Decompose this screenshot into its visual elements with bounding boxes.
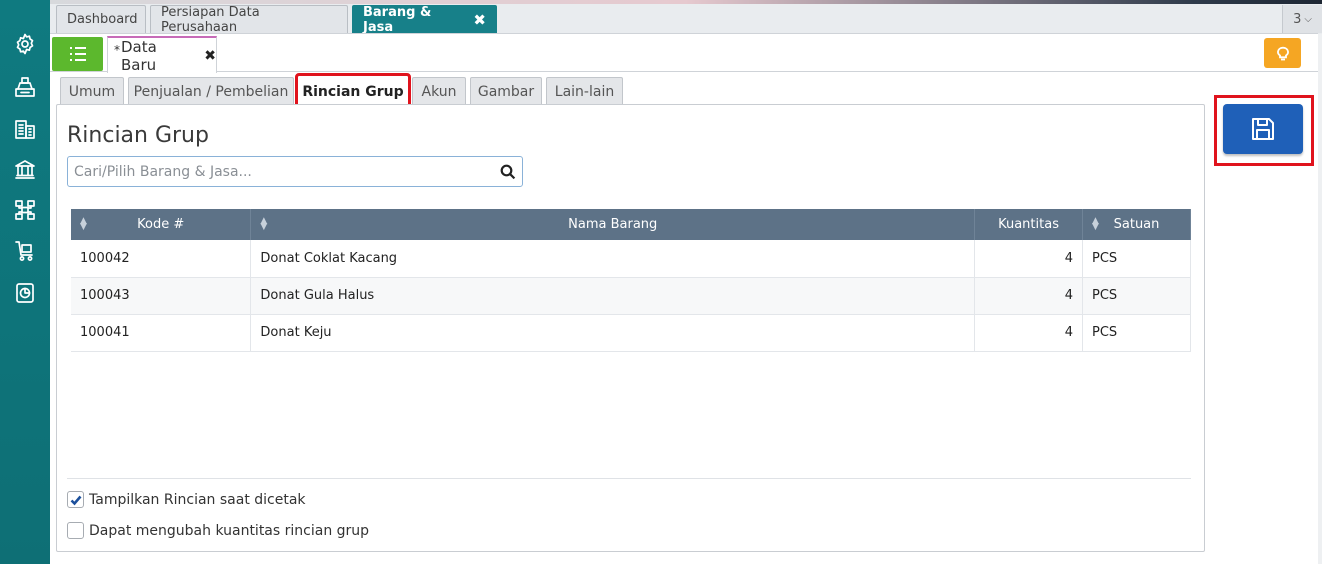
sort-icon: ▲ ▼ [260, 216, 268, 232]
checkbox-unchecked[interactable] [67, 522, 84, 539]
tab-gambar[interactable]: Gambar [470, 77, 542, 105]
cell-nama-barang[interactable]: Donat Gula Halus [250, 277, 976, 315]
tab-barang-jasa[interactable]: Barang & Jasa ✖ [352, 4, 497, 35]
tab-label: Lain-lain [554, 83, 615, 100]
document-bar: * Data Baru ✖ [50, 34, 1318, 74]
cell-kuantitas[interactable]: 4 [974, 314, 1084, 352]
close-icon[interactable]: ✖ [204, 48, 216, 64]
divider [67, 478, 1191, 479]
cell-satuan[interactable]: PCS [1082, 314, 1191, 352]
chevron-down-icon: ⌵ [1304, 13, 1312, 25]
tab-dashboard[interactable]: Dashboard [56, 5, 146, 33]
tab-umum[interactable]: Umum [60, 77, 124, 105]
top-tab-strip: Dashboard Persiapan Data Perusahaan Bara… [50, 0, 1322, 35]
list-view-button[interactable] [52, 37, 103, 71]
sort-icon: ▲ ▼ [1092, 216, 1099, 232]
search-icon[interactable] [500, 164, 516, 180]
option-show-details-on-print[interactable]: Tampilkan Rincian saat dicetak [67, 491, 306, 508]
tips-button[interactable] [1264, 38, 1301, 68]
bank-icon[interactable] [11, 155, 39, 183]
doc-tab-data-baru[interactable]: * Data Baru ✖ [107, 36, 217, 74]
report-icon[interactable] [11, 279, 39, 307]
tab-label: Dashboard [67, 12, 138, 27]
save-button[interactable] [1223, 104, 1303, 154]
cell-nama-barang[interactable]: Donat Coklat Kacang [250, 240, 976, 278]
gear-icon[interactable] [11, 30, 39, 58]
cash-register-icon[interactable] [11, 73, 39, 101]
cell-kode[interactable]: 100042 [71, 240, 252, 278]
tab-count: 3 [1293, 11, 1302, 27]
option-label: Tampilkan Rincian saat dicetak [89, 491, 306, 508]
cell-satuan[interactable]: PCS [1082, 277, 1191, 315]
tab-label: Persiapan Data Perusahaan [161, 4, 260, 35]
cell-kode[interactable]: 100041 [71, 314, 252, 352]
table-row[interactable]: 100042 Donat Coklat Kacang 4 PCS [71, 240, 1191, 278]
left-sidebar [0, 0, 50, 564]
option-editable-group-quantity[interactable]: Dapat mengubah kuantitas rincian grup [67, 522, 369, 539]
cell-satuan[interactable]: PCS [1082, 240, 1191, 278]
column-header-nama-barang[interactable]: ▲ ▼ Nama Barang [250, 209, 976, 240]
cell-kode[interactable]: 100043 [71, 277, 252, 315]
table-header-row: ▲ ▼ Kode # ▲ ▼ Nama Barang Kuantitas ▲ ▼ Satua… [71, 209, 1191, 240]
tab-label: Akun [421, 83, 457, 100]
cell-kuantitas[interactable]: 4 [974, 277, 1084, 315]
building-icon[interactable] [11, 115, 39, 143]
unsaved-marker: * [114, 42, 120, 57]
floppy-disk-icon [1252, 118, 1274, 140]
save-highlight [1214, 95, 1314, 166]
list-icon [69, 47, 86, 61]
tab-rincian-grup[interactable]: Rincian Grup [295, 73, 411, 109]
rincian-grup-panel: Rincian Grup ▲▼Kode # ▲▼Nama Barang Kuan… [56, 104, 1205, 552]
check-icon [70, 495, 81, 505]
cell-kuantitas[interactable]: 4 [974, 240, 1084, 278]
cart-icon[interactable] [11, 237, 39, 265]
tab-penjualan-pembelian[interactable]: Penjualan / Pembelian [128, 77, 294, 105]
tab-label: Umum [68, 83, 116, 100]
network-icon[interactable] [11, 196, 39, 224]
section-title: Rincian Grup [67, 123, 209, 148]
column-header-kuantitas[interactable]: Kuantitas [974, 209, 1084, 240]
sort-icon: ▲ ▼ [80, 216, 87, 232]
tab-label: Rincian Grup [302, 83, 404, 100]
tab-label: Barang & Jasa [363, 4, 432, 35]
table-row[interactable]: 100043 Donat Gula Halus 4 PCS [71, 277, 1191, 315]
tab-akun[interactable]: Akun [412, 77, 466, 105]
lightbulb-icon [1276, 46, 1289, 61]
column-header-satuan[interactable]: ▲ ▼ Satuan [1082, 209, 1191, 240]
tab-overflow-dropdown[interactable]: 3 ⌵ [1282, 5, 1322, 33]
column-header-kode[interactable]: ▲ ▼ Kode # [71, 209, 252, 240]
tab-lain-lain[interactable]: Lain-lain [546, 77, 623, 105]
table-row[interactable]: 100041 Donat Keju 4 PCS [71, 314, 1191, 352]
doc-tab-label: Data Baru [121, 37, 157, 74]
tab-label: Gambar [477, 83, 535, 100]
search-input[interactable] [68, 157, 478, 186]
close-icon[interactable]: ✖ [473, 11, 486, 29]
tab-persiapan-data-perusahaan[interactable]: Persiapan Data Perusahaan [150, 4, 348, 35]
checkbox-checked[interactable] [67, 491, 84, 508]
item-search [67, 156, 523, 187]
group-items-table: ▲ ▼ Kode # ▲ ▼ Nama Barang Kuantitas ▲ ▼ Satua… [71, 209, 1191, 352]
cell-nama-barang[interactable]: Donat Keju [250, 314, 976, 352]
tab-label: Penjualan / Pembelian [133, 83, 289, 100]
option-label: Dapat mengubah kuantitas rincian grup [89, 522, 370, 539]
